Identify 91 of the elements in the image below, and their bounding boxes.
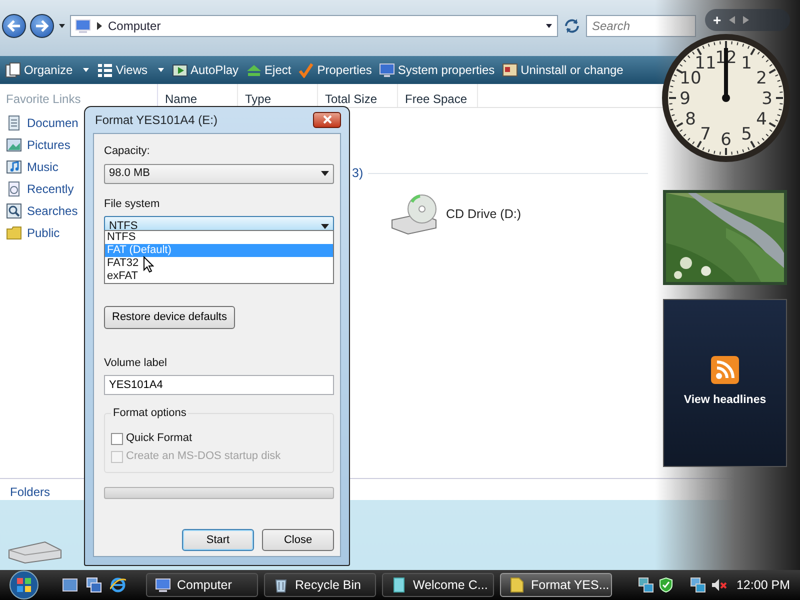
caret-icon[interactable] (545, 23, 553, 29)
dialog-button[interactable]: Start (182, 528, 254, 551)
bin-icon (273, 577, 289, 593)
address-text: Computer (108, 18, 162, 35)
clock-numeral: 3 (762, 89, 772, 109)
windows-icon[interactable] (86, 577, 102, 593)
close-icon (322, 115, 332, 124)
clock-numeral: 4 (756, 110, 767, 130)
eject-icon (246, 62, 262, 78)
picture-icon (6, 137, 22, 153)
search-icon (6, 203, 22, 219)
document-icon (391, 577, 407, 593)
field-label: File system (104, 196, 160, 212)
capacity-dropdown[interactable]: 98.0 MB (104, 164, 334, 184)
clock-numeral: 1 (741, 54, 752, 74)
dialog-button[interactable]: Close (262, 528, 334, 551)
monitor-icon (75, 18, 91, 34)
speaker-icon[interactable] (711, 577, 728, 593)
forward-arrow-icon (35, 20, 49, 32)
address-bar[interactable]: Computer (70, 15, 558, 37)
toolbar-button[interactable]: Properties (297, 61, 373, 79)
monitor-icon (155, 577, 171, 593)
desktop-icon[interactable] (62, 577, 78, 593)
favorite-link[interactable]: Documen (6, 112, 78, 134)
back-arrow-icon (7, 20, 21, 32)
group-title: Format options (112, 406, 188, 421)
column-header[interactable]: Free Space (398, 84, 478, 107)
taskbar-button[interactable]: Computer (146, 573, 258, 597)
clock-numeral: 5 (741, 124, 752, 144)
close-button[interactable] (313, 112, 341, 128)
checkmark-icon (298, 62, 314, 78)
clock-numeral: 7 (700, 124, 711, 144)
add-gadget-button[interactable]: + (713, 13, 722, 27)
back-button[interactable] (2, 14, 26, 38)
clock-numeral: 8 (685, 110, 696, 130)
favorite-link[interactable]: Recently (6, 178, 74, 200)
network-icon[interactable] (638, 577, 654, 593)
search-field[interactable]: Search (586, 15, 696, 37)
clock-numeral: 2 (756, 68, 767, 88)
favorite-link[interactable]: Searches (6, 200, 78, 222)
favorite-link[interactable]: Public (6, 222, 60, 244)
program-icon (502, 62, 518, 78)
pages-icon (5, 62, 21, 78)
toolbar-button[interactable]: AutoPlay (170, 61, 240, 79)
dropdown-option[interactable]: exFAT (105, 270, 333, 283)
favorite-link[interactable]: Pictures (6, 134, 70, 156)
browser-icon[interactable] (110, 577, 126, 593)
document-icon (6, 115, 22, 131)
clock-numeral: 9 (680, 89, 690, 109)
next-page-icon[interactable] (743, 16, 750, 24)
folder-icon (6, 225, 22, 241)
music-icon (6, 159, 22, 175)
taskbar-button[interactable]: Recycle Bin (264, 573, 376, 597)
document-icon (6, 181, 22, 197)
window-title: Format YES101A4 (E:) (95, 112, 218, 129)
list-icon (96, 62, 113, 78)
mouse-pointer-icon (143, 256, 154, 273)
toolbar-button[interactable]: Organize (4, 61, 91, 79)
restore-defaults-button[interactable]: Restore device defaults (104, 306, 235, 328)
checkbox-label: Create an MS-DOS startup disk (126, 449, 281, 464)
toolbar-button[interactable]: System properties (378, 61, 496, 79)
drive-item[interactable]: CD Drive (D:) (390, 192, 521, 236)
folder-icon (509, 577, 525, 593)
toolbar-button[interactable]: Uninstall or change (500, 61, 624, 79)
clock-numeral: 6 (720, 130, 732, 150)
taskbar-button[interactable]: Format YES... (500, 573, 612, 597)
network-icon[interactable] (690, 577, 706, 593)
play-icon (172, 62, 188, 78)
field-label: Capacity: (104, 144, 150, 159)
toolbar-button[interactable]: Views (96, 61, 166, 79)
rss-feed-icon (711, 356, 739, 384)
caret-icon (321, 171, 329, 176)
toolbar-button[interactable]: Eject (244, 61, 292, 79)
pane-heading: Favorite Links (6, 91, 81, 108)
favorite-link[interactable]: Music (6, 156, 58, 178)
monitor-icon (378, 62, 395, 78)
feed-label[interactable]: View headlines (684, 392, 766, 410)
taskbar-button[interactable]: Welcome C... (382, 573, 494, 597)
chevron-icon (97, 22, 102, 30)
dropdown-option[interactable]: FAT32 (105, 257, 333, 270)
clock-time[interactable]: 12:00 PM (736, 576, 790, 594)
clock-numeral: 10 (680, 68, 702, 88)
caret-icon[interactable] (58, 23, 66, 29)
checkbox-label[interactable]: Quick Format (126, 430, 192, 447)
field-label: Volume label (104, 356, 167, 370)
previous-page-icon[interactable] (729, 16, 736, 24)
shield-icon[interactable] (659, 577, 674, 593)
volume-label-field[interactable]: YES101A4 (104, 375, 334, 395)
checkbox[interactable] (111, 432, 123, 444)
forward-button[interactable] (30, 14, 54, 38)
group-header[interactable]: 3) (352, 164, 364, 183)
